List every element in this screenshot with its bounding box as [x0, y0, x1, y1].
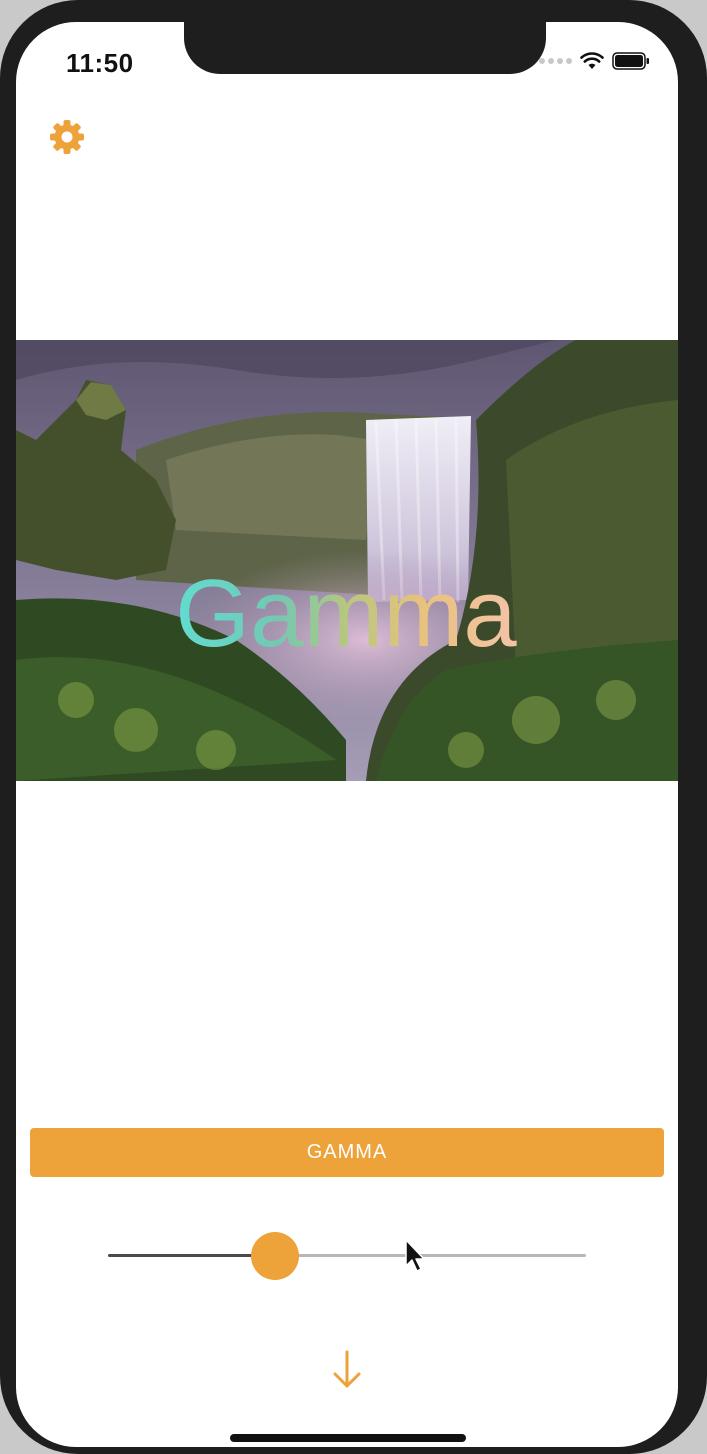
home-indicator[interactable] [230, 1434, 466, 1442]
slider-thumb[interactable] [251, 1232, 299, 1280]
slider-fill [108, 1254, 275, 1257]
gamma-slider[interactable] [108, 1232, 586, 1280]
mouse-cursor-icon [405, 1239, 425, 1272]
settings-button[interactable] [48, 118, 86, 156]
wifi-icon [580, 52, 604, 69]
waterfall-photo-art: Gamma [16, 340, 678, 781]
overlay-text: Gamma [175, 560, 517, 667]
battery-icon [612, 52, 649, 70]
waterfall-photo: Gamma [16, 340, 678, 781]
gamma-filter-button[interactable]: GAMMA [30, 1128, 664, 1177]
status-icons [539, 50, 650, 72]
cellular-signal-icon [539, 58, 572, 64]
device-frame: 11:50 Gamma GAMMA [0, 0, 707, 1454]
arrow-down-icon [333, 1350, 361, 1388]
gear-icon [50, 120, 84, 154]
download-button[interactable] [329, 1348, 365, 1392]
app-screen: 11:50 Gamma GAMMA [16, 22, 678, 1447]
status-time: 11:50 [66, 48, 134, 78]
device-notch [184, 22, 546, 74]
